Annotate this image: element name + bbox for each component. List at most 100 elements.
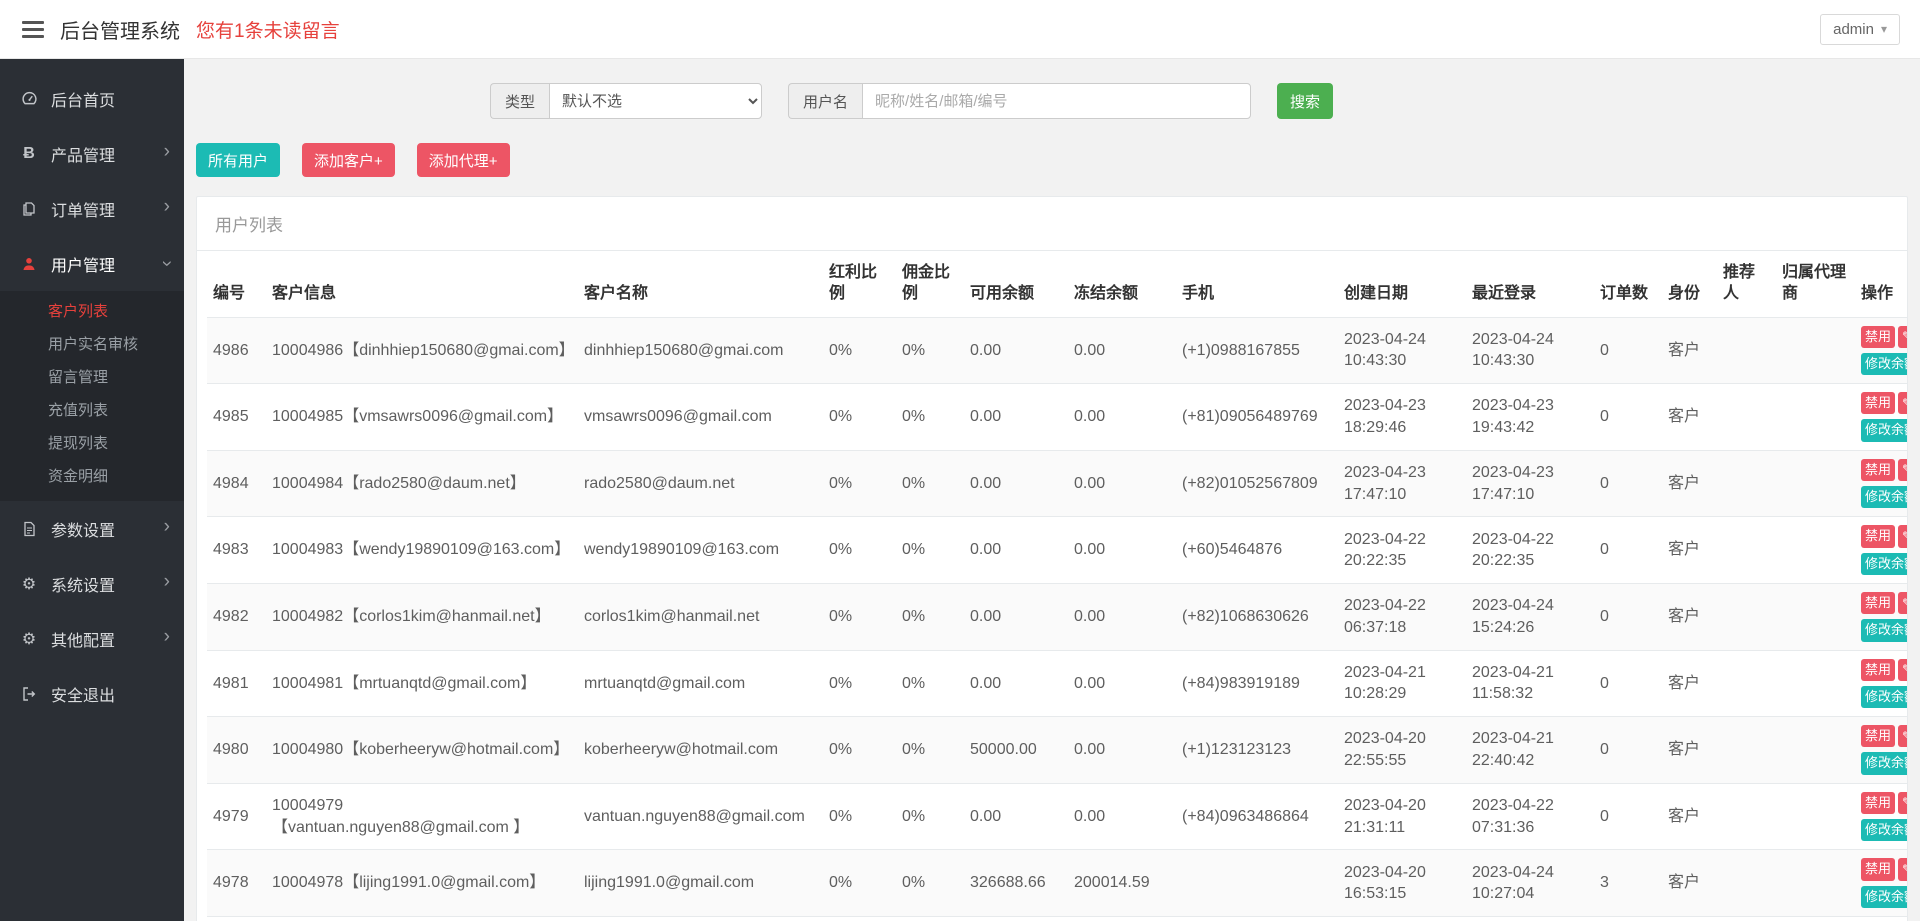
cell-ops: 禁用✎修改成为代理商留言修改余额删除	[1855, 650, 1907, 717]
disable-button[interactable]: 禁用	[1861, 459, 1895, 481]
disable-button[interactable]: 禁用	[1861, 392, 1895, 414]
sidebar-subitem-customer-list[interactable]: 客户列表	[0, 295, 184, 328]
cell-frozen: 0.00	[1068, 450, 1176, 517]
cell-phone: (+84)0963486864	[1176, 783, 1338, 850]
cell-bonus: 0%	[823, 450, 896, 517]
table-row: 498610004986【dinhhiep150680@gmai.com】din…	[207, 317, 1907, 384]
column-header-referrer: 推荐人	[1717, 251, 1776, 317]
column-header-name: 客户名称	[578, 251, 823, 317]
cell-phone: (+82)1068630626	[1176, 583, 1338, 650]
username-filter-group: 用户名	[788, 83, 1251, 119]
sidebar-subitem-funds-detail[interactable]: 资金明细	[0, 460, 184, 493]
cell-commission: 0%	[896, 317, 964, 384]
cell-name: lijing1991.0@gmail.com	[578, 850, 823, 917]
search-button[interactable]: 搜索	[1277, 83, 1333, 119]
type-select[interactable]: 默认不选	[549, 83, 762, 119]
sidebar-item-logout[interactable]: 安全退出	[0, 666, 184, 721]
cell-referrer	[1717, 717, 1776, 784]
username-input[interactable]	[862, 83, 1251, 119]
chevron-right-icon: ›	[164, 197, 170, 216]
sidebar-subitem-message-manage[interactable]: 留言管理	[0, 361, 184, 394]
edit-balance-button[interactable]: 修改余额	[1861, 486, 1907, 508]
cell-id: 4983	[207, 517, 266, 584]
edit-balance-button[interactable]: 修改余额	[1861, 819, 1907, 841]
cell-available: 0.00	[964, 650, 1068, 717]
edit-button[interactable]: ✎修改	[1898, 392, 1907, 414]
cell-available: 0.00	[964, 317, 1068, 384]
column-header-role: 身份	[1662, 251, 1717, 317]
cell-referrer	[1717, 450, 1776, 517]
cell-orders: 3	[1594, 850, 1662, 917]
edit-button[interactable]: ✎修改	[1898, 459, 1907, 481]
edit-balance-button[interactable]: 修改余额	[1861, 752, 1907, 774]
cell-commission: 0%	[896, 583, 964, 650]
gear-icon: ⚙	[18, 629, 40, 649]
disable-button[interactable]: 禁用	[1861, 326, 1895, 348]
cell-ops: 禁用✎修改成为代理商留言修改余额删除	[1855, 916, 1907, 921]
row-actions: 禁用✎修改成为代理商留言修改余额删除	[1861, 792, 1907, 842]
cell-phone: (+1)0988167855	[1176, 317, 1338, 384]
cell-created: 2023-04-23 18:29:46	[1338, 384, 1466, 451]
edit-button[interactable]: ✎修改	[1898, 326, 1907, 348]
edit-balance-button[interactable]: 修改余额	[1861, 553, 1907, 575]
cell-id	[207, 916, 266, 921]
pencil-icon: ✎	[1902, 463, 1907, 476]
edit-balance-button[interactable]: 修改余额	[1861, 619, 1907, 641]
admin-dropdown[interactable]: admin ▾	[1820, 14, 1900, 45]
column-header-available: 可用余额	[964, 251, 1068, 317]
type-label: 类型	[490, 83, 549, 119]
all-users-button[interactable]: 所有用户	[196, 143, 280, 177]
hamburger-menu-icon[interactable]	[22, 17, 44, 42]
cell-frozen: 0.00	[1068, 583, 1176, 650]
add-customer-button[interactable]: 添加客户+	[302, 143, 395, 177]
cell-referrer	[1717, 317, 1776, 384]
cell-bonus: 0%	[823, 783, 896, 850]
cell-name: koberheeryw@hotmail.com	[578, 717, 823, 784]
cell-info: 10004985【vmsawrs0096@gmail.com】	[266, 384, 578, 451]
cell-agent	[1776, 850, 1855, 917]
edit-button[interactable]: ✎修改	[1898, 858, 1907, 880]
column-header-created: 创建日期	[1338, 251, 1466, 317]
pencil-icon: ✎	[1902, 730, 1907, 743]
sidebar-item-params[interactable]: 参数设置›	[0, 501, 184, 556]
edit-button[interactable]: ✎修改	[1898, 659, 1907, 681]
edit-balance-button[interactable]: 修改余额	[1861, 686, 1907, 708]
disable-button[interactable]: 禁用	[1861, 592, 1895, 614]
cell-frozen: 0.00	[1068, 783, 1176, 850]
sidebar-item-home[interactable]: 后台首页	[0, 71, 184, 126]
cell-name: vantuan.nguyen88@gmail.com	[578, 783, 823, 850]
sidebar-item-system[interactable]: ⚙系统设置›	[0, 556, 184, 611]
sidebar-item-label: 后台首页	[51, 87, 170, 111]
sidebar-item-products[interactable]: Ƀ产品管理›	[0, 126, 184, 181]
cell-last_login: 2023-04-24 15:24:26	[1466, 583, 1594, 650]
edit-balance-button[interactable]: 修改余额	[1861, 419, 1907, 441]
edit-balance-button[interactable]: 修改余额	[1861, 353, 1907, 375]
add-agent-button[interactable]: 添加代理+	[417, 143, 510, 177]
edit-button[interactable]: ✎修改	[1898, 525, 1907, 547]
logout-icon	[18, 686, 40, 702]
sidebar-subitem-withdraw-list[interactable]: 提现列表	[0, 427, 184, 460]
toolbar: 所有用户 添加客户+ 添加代理+	[184, 119, 1920, 177]
cell-orders: 0	[1594, 317, 1662, 384]
disable-button[interactable]: 禁用	[1861, 858, 1895, 880]
unread-message-notice[interactable]: 您有1条未读留言	[196, 16, 340, 43]
sidebar-subitem-user-verify[interactable]: 用户实名审核	[0, 328, 184, 361]
edit-button[interactable]: ✎修改	[1898, 592, 1907, 614]
sidebar-item-users[interactable]: 用户管理›	[0, 236, 184, 291]
disable-button[interactable]: 禁用	[1861, 725, 1895, 747]
cell-ops: 禁用✎修改成为代理商留言修改余额删除	[1855, 384, 1907, 451]
sidebar-subitem-recharge-list[interactable]: 充值列表	[0, 394, 184, 427]
sidebar-item-orders[interactable]: 订单管理›	[0, 181, 184, 236]
column-header-info: 客户信息	[266, 251, 578, 317]
main-content: 类型 默认不选 用户名 搜索 所有用户 添加客户+ 添加代理+ 用户列表 编号客…	[184, 59, 1920, 921]
sidebar-item-other-config[interactable]: ⚙其他配置›	[0, 611, 184, 666]
disable-button[interactable]: 禁用	[1861, 659, 1895, 681]
edit-balance-button[interactable]: 修改余额	[1861, 886, 1907, 908]
cell-role	[1662, 916, 1717, 921]
cell-referrer	[1717, 783, 1776, 850]
edit-button[interactable]: ✎修改	[1898, 792, 1907, 814]
disable-button[interactable]: 禁用	[1861, 792, 1895, 814]
disable-button[interactable]: 禁用	[1861, 525, 1895, 547]
edit-button[interactable]: ✎修改	[1898, 725, 1907, 747]
pencil-icon: ✎	[1902, 330, 1907, 343]
